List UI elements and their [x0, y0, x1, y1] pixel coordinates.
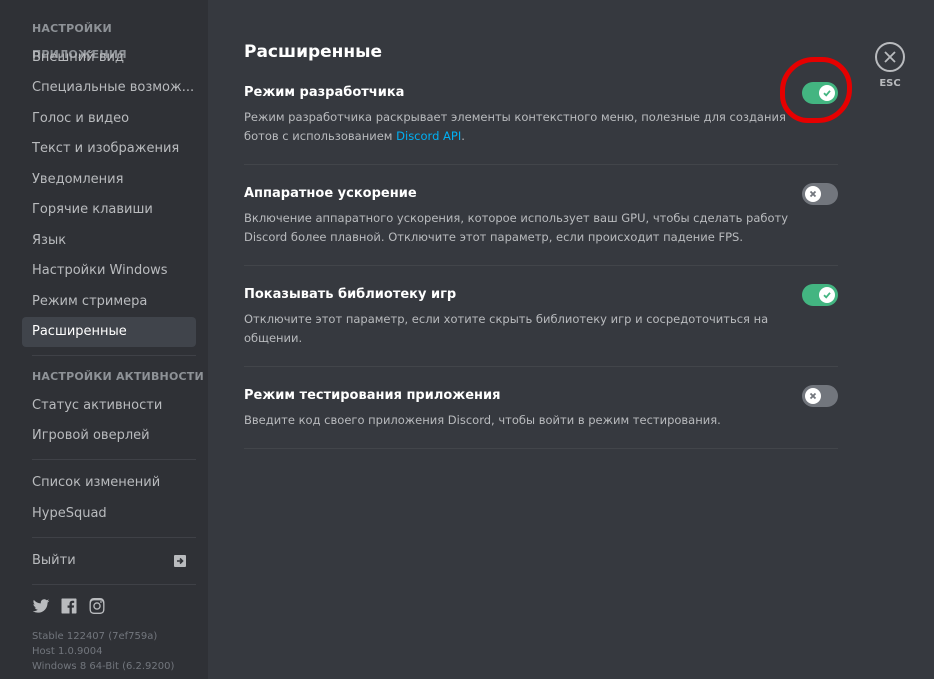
sidebar-item-keybinds[interactable]: Горячие клавиши [22, 195, 196, 225]
setting-title: Режим тестирования приложения [244, 388, 501, 403]
setting-developer-mode: Режим разработчика Режим разработчика ра… [244, 82, 838, 165]
setting-description: Отключите этот параметр, если хотите скр… [244, 312, 769, 345]
twitter-icon[interactable] [32, 597, 50, 615]
check-icon [823, 292, 831, 299]
sidebar-item-streamer-mode[interactable]: Режим стримера [22, 287, 196, 317]
os-version: Windows 8 64-Bit (6.2.9200) [32, 660, 175, 672]
sidebar-divider [32, 355, 196, 356]
logout-label: Выйти [32, 552, 76, 568]
app-settings-header: НАСТРОЙКИ ПРИЛОЖЕНИЯ [32, 22, 127, 61]
activity-settings-header: НАСТРОЙКИ АКТИВНОСТИ [32, 370, 204, 383]
sidebar-divider [32, 536, 196, 538]
hardware-acceleration-toggle[interactable] [802, 183, 838, 205]
sidebar-item-game-overlay[interactable]: Игровой оверлей [22, 421, 196, 451]
highlight-annotation [780, 57, 852, 123]
close-icon [884, 51, 896, 63]
setting-hardware-acceleration: Аппаратное ускорение Включение аппаратно… [244, 183, 838, 266]
discord-api-link[interactable]: Discord API [396, 129, 461, 143]
sidebar-item-accessibility[interactable]: Специальные возмож... [22, 73, 196, 103]
toggle-knob [819, 287, 835, 303]
sidebar-item-hypesquad[interactable]: HypeSquad [22, 499, 196, 529]
logout-icon [174, 554, 186, 567]
build-version: Stable 122407 (7ef759a) [32, 630, 158, 642]
toggle-knob [805, 388, 821, 404]
setting-description: Введите код своего приложения Discord, ч… [244, 413, 721, 427]
advanced-settings-content: Расширенные Режим разработчика Режим раз… [244, 40, 838, 467]
setting-app-test-mode: Режим тестирования приложения Введите ко… [244, 385, 838, 449]
app-test-mode-toggle[interactable] [802, 385, 838, 407]
sidebar-item-voice-video[interactable]: Голос и видео [22, 104, 196, 134]
close-button[interactable] [875, 42, 905, 72]
sidebar-item-advanced[interactable]: Расширенные [22, 317, 196, 347]
x-icon [809, 392, 817, 400]
esc-label: ESC [879, 78, 901, 89]
desc-text: Режим разработчика раскрывает элементы к… [244, 110, 786, 143]
settings-sidebar: НАСТРОЙКИ ПРИЛОЖЕНИЯ Внешний вид Специал… [0, 0, 208, 679]
instagram-icon[interactable] [88, 597, 106, 615]
facebook-icon[interactable] [60, 597, 78, 615]
show-game-library-toggle[interactable] [802, 284, 838, 306]
sidebar-item-activity-status[interactable]: Статус активности [22, 391, 196, 421]
sidebar-item-text-images[interactable]: Текст и изображения [22, 134, 196, 164]
setting-title: Режим разработчика [244, 85, 405, 100]
sidebar-item-notifications[interactable]: Уведомления [22, 165, 196, 195]
x-icon [809, 190, 817, 198]
setting-title: Аппаратное ускорение [244, 186, 417, 201]
close-settings[interactable]: ESC [873, 42, 907, 89]
sidebar-item-appearance[interactable]: Внешний вид [22, 43, 196, 73]
page-title: Расширенные [244, 42, 383, 62]
setting-description: Включение аппаратного ускорения, которое… [244, 211, 789, 244]
host-version: Host 1.0.9004 [32, 645, 103, 657]
toggle-knob [805, 186, 821, 202]
sidebar-divider [32, 583, 196, 585]
setting-show-game-library: Показывать библиотеку игр Отключите этот… [244, 284, 838, 367]
sidebar-item-language[interactable]: Язык [22, 226, 196, 256]
build-info: Stable 122407 (7ef759a) Host 1.0.9004 Wi… [32, 629, 208, 674]
social-links [32, 597, 208, 615]
sidebar-item-changelog[interactable]: Список изменений [22, 468, 196, 498]
logout-button[interactable]: Выйти [22, 546, 196, 576]
sidebar-divider [32, 459, 196, 460]
setting-description: Режим разработчика раскрывает элементы к… [244, 108, 804, 146]
sidebar-item-windows-settings[interactable]: Настройки Windows [22, 256, 196, 286]
setting-title: Показывать библиотеку игр [244, 287, 457, 302]
desc-text-end: . [461, 129, 465, 143]
